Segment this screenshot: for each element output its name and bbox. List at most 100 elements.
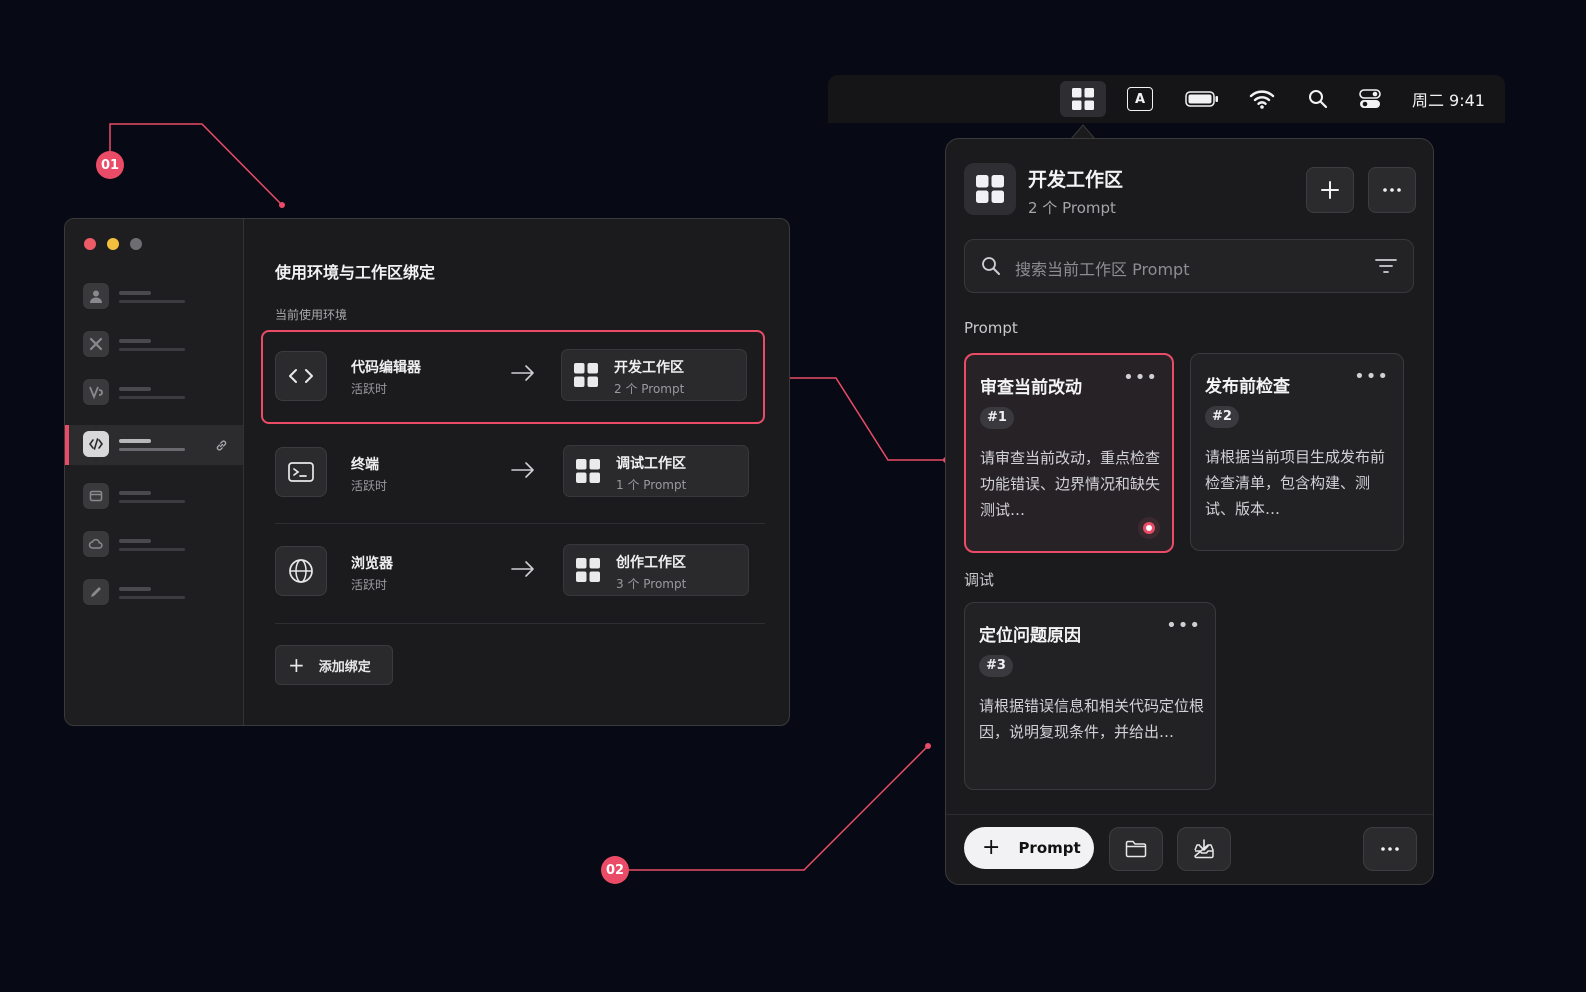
group-label-debug: 调试 <box>964 571 995 589</box>
row-divider <box>275 523 765 524</box>
sidebar-item-3[interactable] <box>65 373 243 413</box>
add-prompt-button[interactable]: + Prompt <box>964 827 1094 869</box>
sidebar-item-4-active[interactable] <box>65 425 243 465</box>
ellipsis-icon <box>1383 188 1401 192</box>
search-field[interactable]: 搜索当前工作区 Prompt <box>964 239 1414 293</box>
group-label-prompt: Prompt <box>964 319 1018 337</box>
workspace-name: 开发工作区 <box>614 360 684 376</box>
binding-row-terminal[interactable]: 终端 活跃时 调试工作区 1 个 Prompt <box>261 427 763 517</box>
annotation-badge-2: 02 <box>601 856 629 884</box>
prompt-card[interactable]: 发布前检查 ••• #2 请根据当前项目生成发布前检查清单，包含构建、测试、版本… <box>1190 353 1404 551</box>
zoom-window-button[interactable] <box>130 238 142 250</box>
workspace-prompt-count: 2 个 Prompt <box>1028 199 1116 217</box>
tools-icon <box>83 331 109 357</box>
add-prompt-label: Prompt <box>1018 839 1081 857</box>
binding-row-code-editor[interactable]: 代码编辑器 活跃时 开发工作区 2 个 Prompt <box>261 330 765 424</box>
workspace-chip[interactable]: 开发工作区 2 个 Prompt <box>561 349 747 401</box>
workspace-grid-icon <box>574 363 598 387</box>
cloud-icon <box>83 531 109 557</box>
add-binding-button[interactable]: + 添加绑定 <box>275 645 393 685</box>
filter-icon[interactable] <box>1375 258 1397 274</box>
workspace-count: 3 个 Prompt <box>616 577 687 591</box>
input-source-a-icon[interactable]: A <box>1124 75 1156 123</box>
plus-icon <box>1321 181 1339 199</box>
workspace-grid-icon <box>576 558 600 582</box>
more-options-button[interactable] <box>1368 167 1416 213</box>
annotation-badge-1: 01 <box>96 151 124 179</box>
search-placeholder: 搜索当前工作区 Prompt <box>1015 260 1190 279</box>
globe-icon <box>275 546 327 596</box>
search-icon <box>981 256 1001 276</box>
env-status: 活跃时 <box>351 578 388 592</box>
prompt-body: 请根据当前项目生成发布前检查清单，包含构建、测试、版本… <box>1205 448 1386 518</box>
window-icon <box>83 483 109 509</box>
menu-bar-clock[interactable]: 周二 9:41 <box>1412 75 1485 123</box>
sidebar-item-2[interactable] <box>65 325 243 365</box>
control-center-icon[interactable] <box>1356 75 1384 123</box>
prompt-card-selected[interactable]: 审查当前改动 ••• #1 请审查当前改动，重点检查功能错误、边界情况和缺失测试… <box>964 353 1174 553</box>
sidebar-item-5[interactable] <box>65 477 243 517</box>
workspace-chip[interactable]: 调试工作区 1 个 Prompt <box>563 445 749 497</box>
add-button[interactable] <box>1306 167 1354 213</box>
workspace-name: 调试工作区 <box>616 456 686 472</box>
workspace-menu-extra[interactable] <box>1060 81 1106 117</box>
prompt-body: 请审查当前改动，重点检查功能错误、边界情况和缺失测试… <box>980 449 1161 519</box>
prompt-title: 定位问题原因 <box>979 626 1081 646</box>
menu-bar: A 周二 9:41 <box>828 75 1505 123</box>
arrow-right-icon <box>511 560 535 578</box>
bindings-panel: 使用环境与工作区绑定 当前使用环境 代码编辑器 活跃时 开发工作区 2 个 Pr… <box>243 219 789 725</box>
vs-icon <box>83 379 109 405</box>
folder-icon <box>1125 840 1147 858</box>
workspace-grid-icon <box>576 459 600 483</box>
binding-row-browser[interactable]: 浏览器 活跃时 创作工作区 3 个 Prompt <box>261 526 763 616</box>
workspace-chip[interactable]: 创作工作区 3 个 Prompt <box>563 544 749 596</box>
sidebar <box>65 219 244 725</box>
plus-icon: + <box>288 653 305 677</box>
tray-download-icon <box>1193 839 1215 859</box>
sidebar-item-7[interactable] <box>65 573 243 613</box>
prompt-tag: #2 <box>1205 406 1239 428</box>
battery-icon[interactable] <box>1183 75 1221 123</box>
link-icon[interactable] <box>215 439 228 452</box>
sidebar-item-1[interactable] <box>65 277 243 317</box>
add-binding-label: 添加绑定 <box>318 659 371 675</box>
footer-more-button[interactable] <box>1363 827 1417 871</box>
env-name: 浏览器 <box>351 556 393 572</box>
code-icon <box>275 351 327 401</box>
row-divider <box>275 623 765 624</box>
panel-title: 使用环境与工作区绑定 <box>275 263 436 282</box>
prompt-body: 请根据错误信息和相关代码定位根因，说明复现条件，并给出… <box>979 697 1205 741</box>
wifi-icon[interactable] <box>1247 75 1277 123</box>
card-more-button[interactable]: ••• <box>1166 615 1201 636</box>
record-indicator-icon[interactable] <box>1138 517 1160 539</box>
section-label: 当前使用环境 <box>275 308 348 322</box>
workspace-title: 开发工作区 <box>1028 169 1124 191</box>
close-window-button[interactable] <box>84 238 96 250</box>
prompt-tag: #3 <box>979 655 1013 677</box>
workspace-grid-icon <box>964 163 1016 215</box>
prompt-card[interactable]: 定位问题原因 ••• #3 请根据错误信息和相关代码定位根因，说明复现条件，并给… <box>964 602 1216 790</box>
prompt-tag: #1 <box>980 407 1014 429</box>
card-more-button[interactable]: ••• <box>1123 367 1158 388</box>
input-source-letter: A <box>1127 87 1153 111</box>
minimize-window-button[interactable] <box>107 238 119 250</box>
arrow-right-icon <box>511 364 535 382</box>
bindings-window: 使用环境与工作区绑定 当前使用环境 代码编辑器 活跃时 开发工作区 2 个 Pr… <box>64 218 790 726</box>
env-status: 活跃时 <box>351 382 388 396</box>
prompt-title: 审查当前改动 <box>980 378 1082 398</box>
folder-button[interactable] <box>1109 827 1163 871</box>
plus-icon: + <box>982 835 1001 860</box>
pen-icon <box>83 579 109 605</box>
code-slash-icon <box>83 431 109 457</box>
search-icon[interactable] <box>1304 75 1332 123</box>
prompt-title: 发布前检查 <box>1205 377 1290 397</box>
workspace-grid-icon <box>1072 88 1094 110</box>
user-icon <box>83 283 109 309</box>
card-more-button[interactable]: ••• <box>1354 366 1389 387</box>
footer-divider <box>946 814 1433 815</box>
import-button[interactable] <box>1177 827 1231 871</box>
sidebar-item-6[interactable] <box>65 525 243 565</box>
env-status: 活跃时 <box>351 479 388 493</box>
ellipsis-icon <box>1381 847 1399 851</box>
workspace-name: 创作工作区 <box>616 555 686 571</box>
